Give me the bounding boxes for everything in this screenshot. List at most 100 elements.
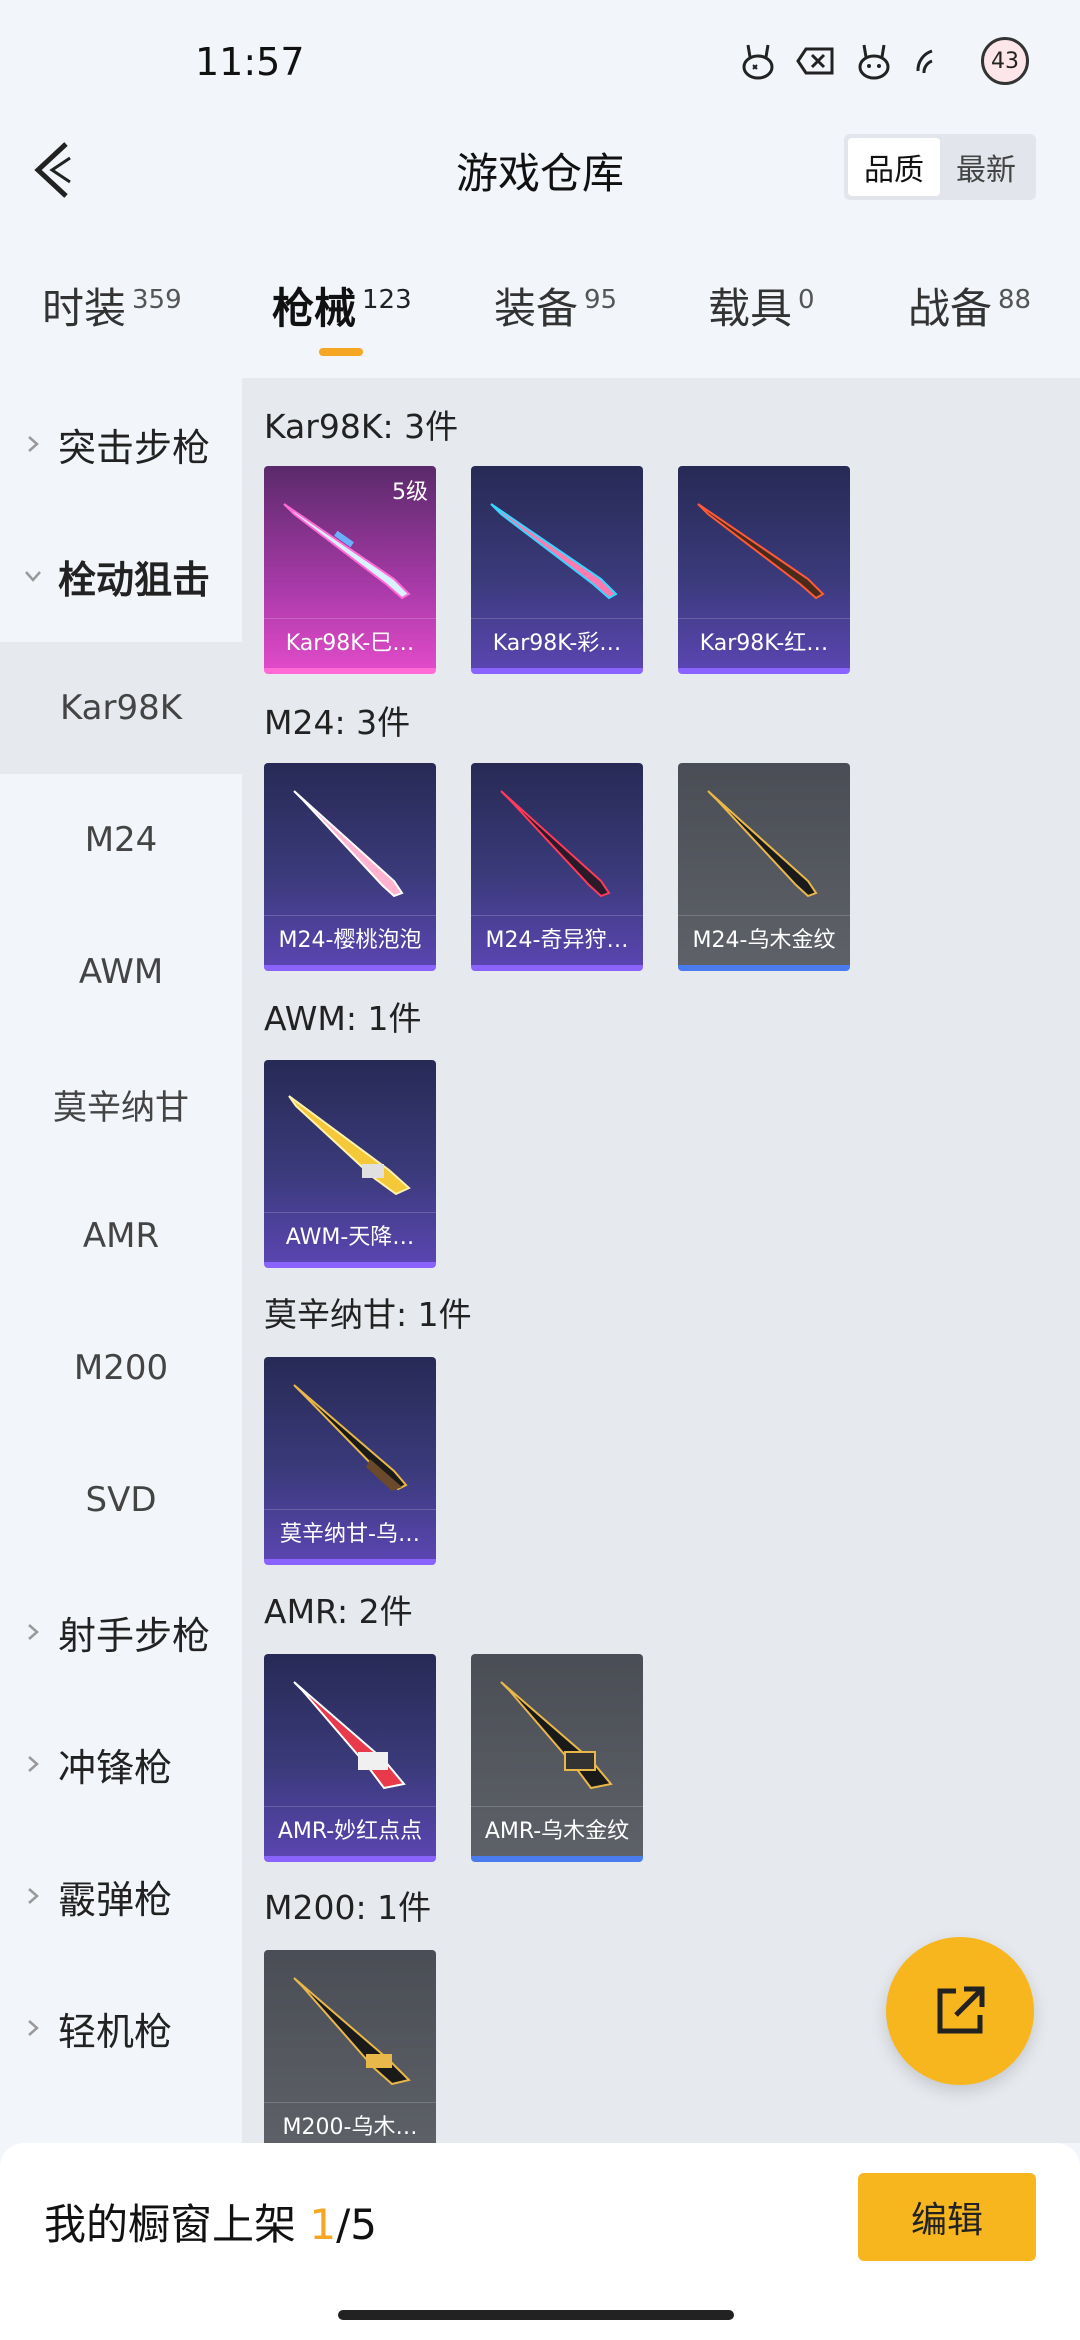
showcase-label-text: 我的橱窗上架	[44, 2200, 310, 2249]
chevron-right-icon	[22, 1753, 44, 1775]
group-title-awm: AWM: 1件	[264, 999, 422, 1038]
sidebar-item-label: 突击步枪	[58, 425, 211, 470]
tab-fashion[interactable]: 时装 359	[42, 275, 182, 336]
tab-count: 88	[998, 285, 1032, 315]
sidebar-item-m24[interactable]: M24	[0, 774, 242, 906]
tab-active-indicator	[319, 348, 363, 356]
sidebar-item-label: 轻机枪	[58, 2009, 173, 2054]
tab-label: 战备	[908, 284, 993, 333]
item-grid-panel[interactable]: Kar98K: 3件 5级 Kar98K-巳… Kar98K-彩… Kar98K…	[242, 378, 1080, 2143]
sidebar-item-svd[interactable]: SVD	[0, 1434, 242, 1566]
item-name: M24-樱桃泡泡	[264, 915, 436, 965]
external-link-icon	[937, 1986, 985, 2034]
chevron-right-icon	[22, 2017, 44, 2039]
sidebar-item-label: 冲锋枪	[58, 1745, 173, 1790]
sidebar-item-assault-rifle[interactable]: 突击步枪	[0, 378, 242, 510]
sidebar-item-label: 射手步枪	[58, 1613, 211, 1658]
group-title-mosin: 莫辛纳甘: 1件	[264, 1295, 472, 1334]
sidebar-item-awm[interactable]: AWM	[0, 906, 242, 1038]
tab-count: 95	[584, 285, 618, 315]
sort-newest-button[interactable]: 最新	[940, 138, 1032, 196]
bottom-bar: 我的橱窗上架 1/5 编辑	[0, 2143, 1080, 2340]
tab-guns[interactable]: 枪械 123	[272, 275, 412, 336]
status-time: 11:57	[195, 40, 305, 84]
rifle-icon	[707, 790, 818, 898]
avatar-wings-icon: 43	[970, 35, 1040, 87]
sidebar-item-label: 霰弹枪	[58, 1877, 173, 1922]
rifle-icon	[293, 1384, 408, 1491]
tab-count: 123	[362, 285, 412, 315]
tab-vehicles[interactable]: 载具 0	[708, 275, 815, 336]
home-indicator[interactable]	[338, 2310, 734, 2320]
item-name: AWM-天降…	[264, 1212, 436, 1262]
item-name: M24-乌木金纹	[678, 915, 850, 965]
chevron-right-icon	[22, 1621, 44, 1643]
tab-label: 装备	[494, 284, 579, 333]
tab-label: 时装	[42, 284, 127, 333]
sidebar-item-kar98k[interactable]: Kar98K	[0, 642, 242, 774]
item-card[interactable]: M24-乌木金纹	[678, 763, 850, 971]
group-title-kar98k: Kar98K: 3件	[264, 407, 459, 446]
edit-button[interactable]: 编辑	[858, 2173, 1036, 2261]
rifle-icon	[697, 503, 825, 600]
category-tabs: 时装 359 枪械 123 装备 95 载具 0 战备 88	[0, 255, 1080, 365]
tab-label: 枪械	[272, 284, 357, 333]
tab-gear[interactable]: 战备 88	[908, 275, 1031, 336]
chevron-right-icon	[22, 433, 44, 455]
tab-equipment[interactable]: 装备 95	[494, 275, 617, 336]
notification-count: 43	[981, 37, 1029, 85]
sidebar-item-label: 栓动狙击	[58, 557, 211, 602]
tab-count: 359	[132, 285, 182, 315]
rifle-icon	[500, 790, 611, 898]
item-card[interactable]: M200-乌木…	[264, 1950, 436, 2143]
wifi-icon	[912, 41, 952, 81]
item-card[interactable]: AWM-天降…	[264, 1060, 436, 1268]
item-card[interactable]: Kar98K-红…	[678, 466, 850, 674]
close-box-icon	[796, 41, 836, 81]
tab-count: 0	[798, 285, 815, 315]
showcase-total: /5	[336, 2200, 377, 2249]
status-icons: 43	[738, 35, 1040, 87]
item-card[interactable]: AMR-妙红点点	[264, 1654, 436, 1862]
sidebar-item-marksman-rifle[interactable]: 射手步枪	[0, 1566, 242, 1698]
item-name: AMR-妙红点点	[264, 1806, 436, 1856]
item-card[interactable]: 5级 Kar98K-巳…	[264, 466, 436, 674]
sidebar-item-shotgun[interactable]: 霰弹枪	[0, 1830, 242, 1962]
item-name: Kar98K-红…	[678, 618, 850, 668]
rifle-icon	[500, 1681, 613, 1790]
rifle-icon	[288, 1095, 411, 1196]
level-badge: 5级	[392, 480, 428, 505]
sort-quality-button[interactable]: 品质	[848, 138, 940, 196]
group-title-m24: M24: 3件	[264, 703, 411, 742]
item-name: 莫辛纳甘-乌…	[264, 1509, 436, 1559]
rifle-icon	[293, 1681, 406, 1790]
rabbit-icon	[738, 41, 778, 81]
share-button[interactable]	[886, 1937, 1034, 2085]
rifle-icon	[293, 1977, 411, 2086]
sidebar-item-bolt-sniper[interactable]: 栓动狙击	[0, 510, 242, 642]
rabbit-icon	[854, 41, 894, 81]
chevron-down-icon	[22, 565, 44, 587]
group-title-amr: AMR: 2件	[264, 1592, 413, 1631]
item-card[interactable]: AMR-乌木金纹	[471, 1654, 643, 1862]
item-name: Kar98K-彩…	[471, 618, 643, 668]
item-card[interactable]: Kar98K-彩…	[471, 466, 643, 674]
chevron-right-icon	[22, 1885, 44, 1907]
item-card[interactable]: M24-樱桃泡泡	[264, 763, 436, 971]
sidebar-item-smg[interactable]: 冲锋枪	[0, 1698, 242, 1830]
sidebar: 突击步枪 栓动狙击 Kar98K M24 AWM 莫辛纳甘 AMR M200 S…	[0, 378, 242, 2138]
sidebar-item-mosin[interactable]: 莫辛纳甘	[0, 1038, 242, 1170]
header: 游戏仓库 品质 最新	[0, 120, 1080, 220]
status-bar: 11:57 43	[0, 0, 1080, 120]
sidebar-item-m200[interactable]: M200	[0, 1302, 242, 1434]
item-name: AMR-乌木金纹	[471, 1806, 643, 1856]
group-title-m200: M200: 1件	[264, 1888, 432, 1927]
sidebar-item-amr[interactable]: AMR	[0, 1170, 242, 1302]
showcase-count-label: 我的橱窗上架 1/5	[44, 2191, 377, 2252]
tab-label: 载具	[708, 284, 793, 333]
item-card[interactable]: M24-奇异狩…	[471, 763, 643, 971]
item-card[interactable]: 莫辛纳甘-乌…	[264, 1357, 436, 1565]
sort-toggle: 品质 最新	[844, 134, 1036, 200]
showcase-current: 1	[309, 2200, 337, 2249]
sidebar-item-lmg[interactable]: 轻机枪	[0, 1962, 242, 2094]
